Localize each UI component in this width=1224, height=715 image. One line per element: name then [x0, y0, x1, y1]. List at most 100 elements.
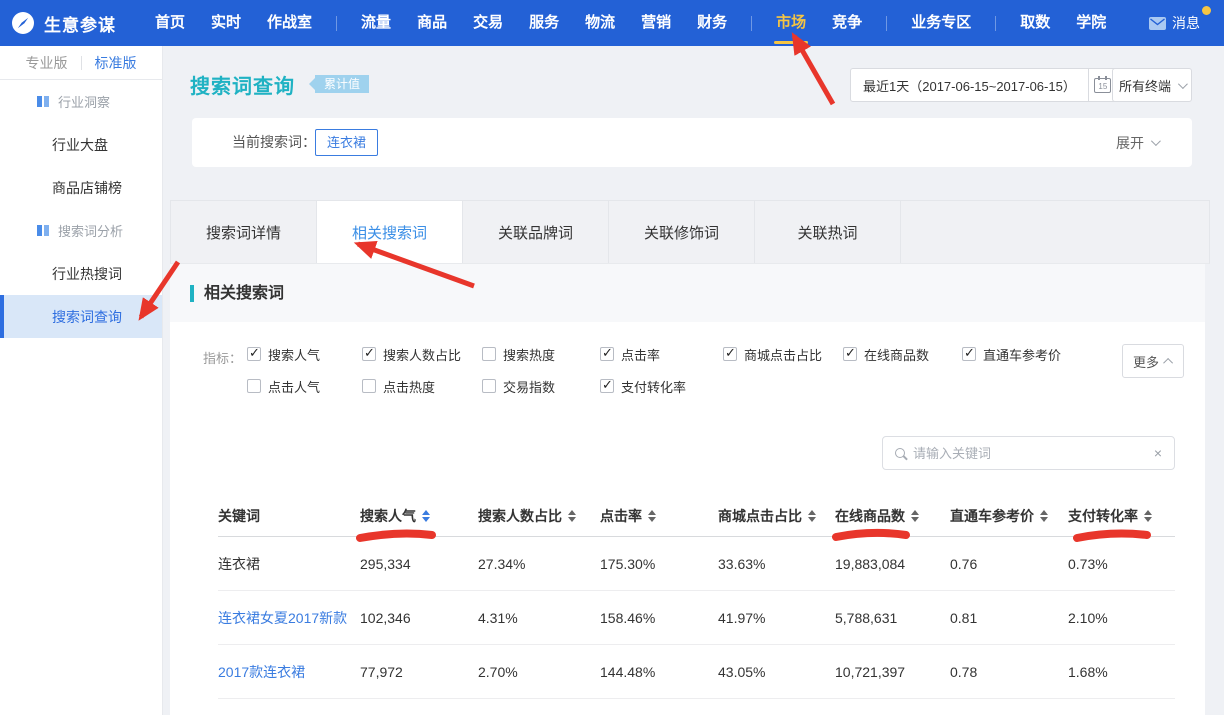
table-header-row: 关键词 搜索人气 搜索人数占比 点击率 商城点击占比	[218, 496, 1175, 537]
sidebar-item-search-word-query[interactable]: 搜索词查询	[0, 295, 162, 338]
search-input[interactable]	[913, 446, 1146, 461]
tab-related-search-words[interactable]: 相关搜索词	[317, 201, 463, 263]
chevron-down-icon	[1178, 79, 1188, 89]
col-search-popularity[interactable]: 搜索人气	[360, 506, 478, 526]
nav-item-data-fetch[interactable]: 取数	[1007, 0, 1063, 46]
sort-icon	[808, 510, 816, 522]
cell-payment-conversion: 0.73%	[1068, 556, 1175, 572]
page-title: 搜索词查询	[190, 70, 295, 99]
nav-item-war-room[interactable]: 作战室	[254, 0, 325, 46]
tab-related-hot-words[interactable]: 关联热词	[755, 201, 901, 263]
col-payment-conversion[interactable]: 支付转化率	[1068, 506, 1175, 526]
sidebar-item-industry-hot-words[interactable]: 行业热搜词	[0, 252, 162, 295]
col-online-products[interactable]: 在线商品数	[835, 506, 950, 526]
cumulative-value-badge: 累计值	[315, 75, 369, 93]
date-range-text: 最近1天（2017-06-15~2017-06-15）	[851, 69, 1088, 101]
tab-related-modifier-words[interactable]: 关联修饰词	[609, 201, 755, 263]
keyword-cell[interactable]: 连衣裙女夏2017新款	[218, 608, 360, 628]
tab-search-word-detail[interactable]: 搜索词详情	[171, 201, 317, 263]
col-search-user-ratio[interactable]: 搜索人数占比	[478, 506, 600, 526]
checkbox-icon	[600, 379, 614, 393]
nav-divider	[995, 16, 996, 31]
nav-item-traffic[interactable]: 流量	[348, 0, 404, 46]
sidebar-item-product-shop-ranking[interactable]: 商品店铺榜	[0, 166, 162, 209]
nav-item-business-zone[interactable]: 业务专区	[898, 0, 984, 46]
tab-related-brand-words[interactable]: 关联品牌词	[463, 201, 609, 263]
chevron-up-icon	[1163, 357, 1173, 367]
version-tab-standard[interactable]: 标准版	[82, 53, 150, 73]
metric-checkbox-search-heat[interactable]: 搜索热度	[482, 346, 555, 362]
nav-item-finance[interactable]: 财务	[684, 0, 740, 46]
envelope-icon	[1149, 17, 1166, 30]
nav-item-marketing[interactable]: 营销	[628, 0, 684, 46]
metric-checkbox-mall-click-ratio[interactable]: 商城点击占比	[723, 346, 822, 362]
metric-checkbox-click-heat[interactable]: 点击热度	[362, 378, 435, 394]
terminal-select[interactable]: 所有终端	[1112, 68, 1192, 102]
sort-icon	[1040, 510, 1048, 522]
brand[interactable]: 生意参谋	[0, 10, 116, 36]
metric-checkbox-click-popularity[interactable]: 点击人气	[247, 378, 320, 394]
metric-checkbox-search-popularity[interactable]: 搜索人气	[247, 346, 320, 362]
nav-item-market[interactable]: 市场	[763, 0, 819, 46]
keyword-search-box	[882, 436, 1175, 470]
nav-item-trade[interactable]: 交易	[460, 0, 516, 46]
metric-checkbox-click-rate[interactable]: 点击率	[600, 346, 660, 362]
keyword-cell: 连衣裙	[218, 554, 360, 574]
nav-item-service[interactable]: 服务	[516, 0, 572, 46]
metric-checkbox-transaction-index[interactable]: 交易指数	[482, 378, 555, 394]
table-row: 连衣裙 295,334 27.34% 175.30% 33.63% 19,883…	[218, 537, 1175, 591]
cell-search-popularity: 295,334	[360, 556, 478, 572]
expand-toggle[interactable]: 展开	[1116, 118, 1158, 167]
table-row: 连衣裙女夏2017新款 102,346 4.31% 158.46% 41.97%…	[218, 591, 1175, 645]
sidebar-group-label: 搜索词分析	[58, 221, 123, 240]
cell-search-user-ratio: 4.31%	[478, 610, 600, 626]
sort-icon	[568, 510, 576, 522]
sidebar-group-label: 行业洞察	[58, 92, 110, 111]
cell-click-rate: 144.48%	[600, 664, 718, 680]
date-range-picker[interactable]: 最近1天（2017-06-15~2017-06-15） 15	[850, 68, 1118, 102]
ledger-icon	[36, 224, 50, 237]
nav-item-home[interactable]: 首页	[142, 0, 198, 46]
cell-search-popularity: 102,346	[360, 610, 478, 626]
checkbox-icon	[362, 347, 376, 361]
metric-checkbox-payment-conversion[interactable]: 支付转化率	[600, 378, 686, 394]
sidebar: 专业版 标准版 行业洞察 行业大盘 商品店铺榜 搜索词分析 行业热搜词 搜索词查…	[0, 46, 163, 715]
version-tab-professional[interactable]: 专业版	[13, 53, 81, 73]
messages-button[interactable]: 消息	[1149, 13, 1200, 33]
nav-item-academy[interactable]: 学院	[1063, 0, 1119, 46]
checkbox-icon	[247, 379, 261, 393]
top-navbar: 生意参谋 首页 实时 作战室 流量 商品 交易 服务 物流 营销 财务 市场 竞…	[0, 0, 1224, 46]
col-ztc-reference-price[interactable]: 直通车参考价	[950, 506, 1068, 526]
sidebar-item-industry-overview[interactable]: 行业大盘	[0, 123, 162, 166]
col-click-rate[interactable]: 点击率	[600, 506, 718, 526]
nav-divider	[751, 16, 752, 31]
checkbox-icon	[362, 379, 376, 393]
cell-ztc-reference-price: 0.78	[950, 664, 1068, 680]
cell-click-rate: 175.30%	[600, 556, 718, 572]
sidebar-group-industry-insight[interactable]: 行业洞察	[0, 80, 162, 123]
metric-checkbox-ztc-reference-price[interactable]: 直通车参考价	[962, 346, 1061, 362]
sidebar-group-search-word-analysis[interactable]: 搜索词分析	[0, 209, 162, 252]
nav-item-competition[interactable]: 竞争	[819, 0, 875, 46]
metrics-label: 指标：	[203, 348, 242, 367]
nav-item-logistics[interactable]: 物流	[572, 0, 628, 46]
more-button[interactable]: 更多	[1122, 344, 1184, 378]
sort-icon	[1144, 510, 1152, 522]
cell-online-products: 10,721,397	[835, 664, 950, 680]
keyword-cell[interactable]: 2017款连衣裙	[218, 662, 360, 682]
sort-icon	[648, 510, 656, 522]
metric-checkbox-online-products[interactable]: 在线商品数	[843, 346, 929, 362]
checkbox-icon	[482, 347, 496, 361]
cell-ztc-reference-price: 0.81	[950, 610, 1068, 626]
cell-mall-click-ratio: 33.63%	[718, 556, 835, 572]
col-mall-click-ratio[interactable]: 商城点击占比	[718, 506, 835, 526]
nav-item-product[interactable]: 商品	[404, 0, 460, 46]
keyword-tag[interactable]: 连衣裙	[315, 129, 378, 156]
clear-icon[interactable]	[1154, 446, 1162, 460]
nav-divider	[336, 16, 337, 31]
metric-checkbox-search-user-ratio[interactable]: 搜索人数占比	[362, 346, 461, 362]
nav-item-realtime[interactable]: 实时	[198, 0, 254, 46]
more-label: 更多	[1133, 352, 1159, 371]
ledger-icon	[36, 95, 50, 108]
cell-mall-click-ratio: 43.05%	[718, 664, 835, 680]
